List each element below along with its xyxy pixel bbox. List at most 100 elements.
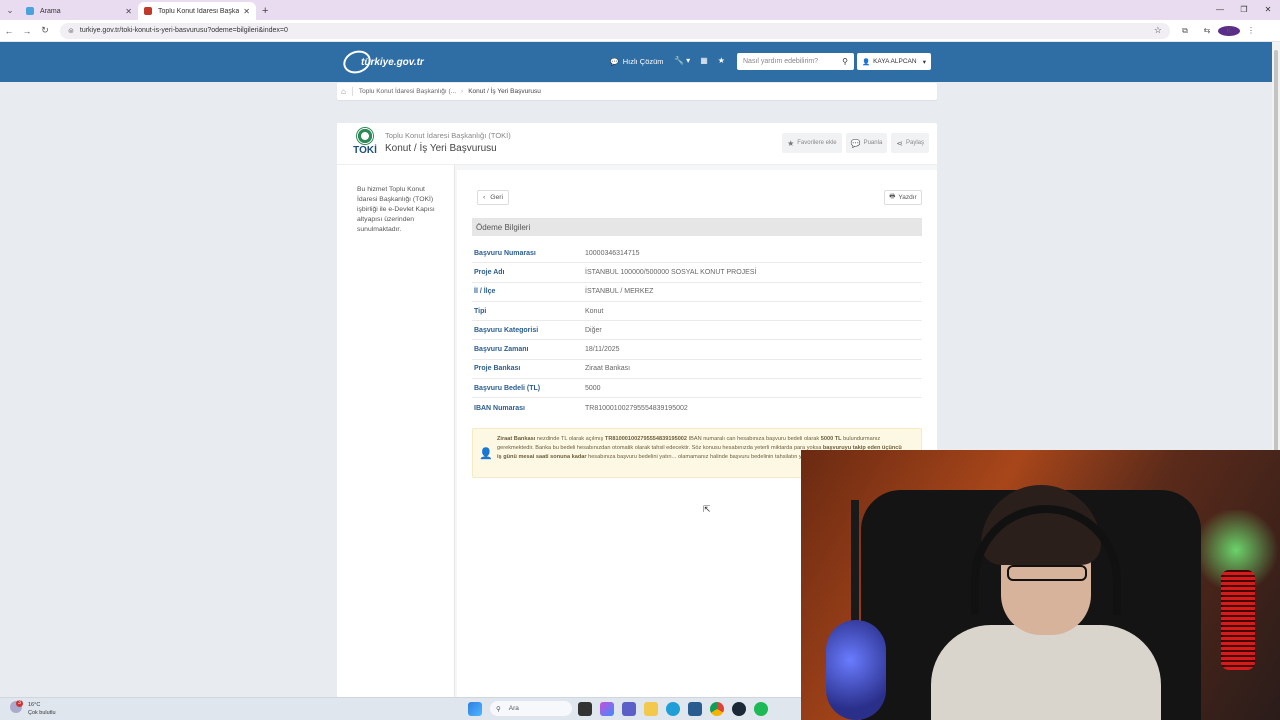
close-icon[interactable]: ✕ bbox=[243, 7, 250, 16]
field-label: Proje Adı bbox=[474, 268, 505, 276]
tab-search-dropdown-icon[interactable]: ⌄ bbox=[0, 0, 20, 20]
task-view-icon[interactable] bbox=[578, 701, 592, 716]
teams-icon[interactable] bbox=[622, 701, 636, 716]
chevron-down-icon: ▾ bbox=[922, 58, 926, 66]
cast-icon[interactable]: ⇆ bbox=[1196, 26, 1218, 36]
streamer bbox=[931, 485, 1161, 720]
notice-bank: Ziraat Bankası bbox=[497, 436, 536, 442]
field-label: IBAN Numarası bbox=[474, 404, 525, 412]
table-row: Başvuru Zamanı 18/11/2025 bbox=[472, 340, 922, 360]
turkiye-gov-logo[interactable]: türkiye.gov.tr bbox=[340, 46, 424, 78]
field-label: Başvuru Kategorisi bbox=[474, 326, 539, 334]
page-title: Konut / İş Yeri Başvurusu bbox=[385, 143, 497, 154]
site-info-icon[interactable]: ⊜ bbox=[68, 27, 74, 35]
field-value: Ziraat Bankası bbox=[585, 365, 631, 373]
spotify-icon[interactable] bbox=[754, 701, 768, 716]
breadcrumb: ⌂ Toplu Konut İdaresi Başkanlığı (... › … bbox=[337, 83, 937, 100]
rate-button[interactable]: 💬 Puanla bbox=[845, 133, 888, 153]
field-value: İSTANBUL 100000/500000 SOSYAL KONUT PROJ… bbox=[585, 268, 757, 276]
windows-start-icon[interactable] bbox=[468, 701, 482, 716]
search-placeholder: Nasıl yardım edebilirim? bbox=[743, 58, 819, 65]
edge-icon[interactable] bbox=[666, 701, 680, 716]
quick-solution-label: Hızlı Çözüm bbox=[622, 57, 664, 66]
copilot-icon[interactable] bbox=[600, 701, 614, 716]
field-label: İl / İlçe bbox=[474, 288, 496, 296]
org-name: Toplu Konut İdaresi Başkanlığı (TOKİ) bbox=[385, 131, 511, 140]
weather-desc: Çok bulutlu bbox=[28, 710, 56, 716]
extensions-icon[interactable]: ⧉ bbox=[1174, 26, 1196, 36]
notification-badge: 3 bbox=[16, 700, 23, 707]
table-row: Başvuru Numarası 10000346314715 bbox=[472, 244, 922, 264]
window-controls: — ❐ ✕ bbox=[1208, 0, 1280, 20]
taskbar-search[interactable]: ⚲ Ara bbox=[490, 701, 572, 716]
back-label: Geri bbox=[490, 194, 504, 201]
bookmark-star-icon[interactable]: ☆ bbox=[1154, 25, 1162, 36]
taskbar-search-label: Ara bbox=[508, 705, 519, 712]
back-arrow-icon[interactable]: ← bbox=[0, 26, 18, 36]
url-text: turkiye.gov.tr/toki-konut-is-yeri-basvur… bbox=[79, 27, 288, 34]
table-row: Başvuru Bedeli (TL) 5000 bbox=[472, 379, 922, 399]
tab-favicon-icon bbox=[26, 7, 34, 15]
close-window-icon[interactable]: ✕ bbox=[1256, 0, 1280, 20]
scrollbar-thumb[interactable] bbox=[1274, 50, 1278, 470]
file-explorer-icon[interactable] bbox=[644, 701, 658, 716]
notice-iban: TR810001002795554839195002 bbox=[604, 436, 688, 442]
table-row: Proje Bankası Ziraat Bankası bbox=[472, 360, 922, 380]
steam-icon[interactable] bbox=[732, 701, 746, 716]
field-label: Tipi bbox=[474, 307, 487, 315]
id-card-icon[interactable]: ▦ bbox=[700, 56, 708, 65]
maximize-icon[interactable]: ❐ bbox=[1232, 0, 1256, 20]
tab-favicon-icon bbox=[144, 7, 152, 15]
weather-temp: 16°C bbox=[28, 702, 41, 708]
field-value: 5000 bbox=[585, 384, 601, 392]
comment-icon: 💬 bbox=[850, 138, 861, 148]
favorites-star-icon[interactable]: ★ bbox=[718, 56, 725, 65]
field-label: Başvuru Zamanı bbox=[474, 346, 529, 354]
forward-arrow-icon[interactable]: → bbox=[18, 26, 36, 36]
table-row: Tipi Konut bbox=[472, 302, 922, 322]
streamer-body bbox=[931, 625, 1161, 720]
field-value: Diğer bbox=[585, 326, 602, 334]
field-label: Başvuru Bedeli (TL) bbox=[474, 384, 541, 392]
field-value: İSTANBUL / MERKEZ bbox=[585, 288, 654, 296]
tab-arama[interactable]: Arama ✕ bbox=[20, 2, 138, 20]
tab-toki[interactable]: Toplu Konut İdaresi Başkanlığı ✕ bbox=[138, 2, 256, 20]
store-icon[interactable] bbox=[688, 701, 702, 716]
chrome-icon[interactable] bbox=[710, 701, 724, 716]
table-row: IBAN Numarası TR810001002795554839195002 bbox=[472, 398, 922, 417]
favorite-button[interactable]: ★ Favorilere ekle bbox=[782, 133, 842, 153]
mouse-cursor-icon: ⇱ bbox=[703, 504, 711, 514]
breadcrumb-item-toki[interactable]: Toplu Konut İdaresi Başkanlığı (... bbox=[359, 88, 456, 95]
table-row: İl / İlçe İSTANBUL / MERKEZ bbox=[472, 283, 922, 302]
toki-logo: TOKİ bbox=[349, 127, 381, 161]
menu-icon[interactable]: ⋮ bbox=[1240, 26, 1262, 36]
accessibility-icon[interactable]: 🔧 ▾ bbox=[674, 56, 690, 65]
search-icon[interactable]: ⚲ bbox=[842, 57, 848, 66]
breadcrumb-item-current: Konut / İş Yeri Başvurusu bbox=[468, 88, 541, 95]
home-icon[interactable]: ⌂ bbox=[341, 87, 353, 96]
field-value: 10000346314715 bbox=[585, 249, 640, 257]
field-value: TR810001002795554839195002 bbox=[585, 404, 688, 412]
service-info-text: Bu hizmet Toplu Konut İdaresi Başkanlığı… bbox=[357, 186, 435, 233]
section-title: Ödeme Bilgileri bbox=[472, 218, 922, 236]
url-field[interactable]: ⊜ turkiye.gov.tr/toki-konut-is-yeri-basv… bbox=[60, 22, 1170, 39]
cloud-icon: 3 bbox=[10, 700, 23, 713]
weather-widget[interactable]: 3 16°C Çok bulutlu bbox=[10, 700, 56, 717]
new-tab-icon[interactable]: + bbox=[262, 2, 268, 20]
tab-label: Arama bbox=[40, 7, 61, 15]
share-button[interactable]: ⋖ Paylaş bbox=[891, 133, 929, 153]
quick-solution-link[interactable]: 💬 Hızlı Çözüm bbox=[610, 57, 664, 66]
reload-icon[interactable]: ↻ bbox=[36, 25, 54, 36]
print-button[interactable]: 🖶 Yazdır bbox=[884, 190, 922, 205]
back-button[interactable]: ‹ Geri bbox=[477, 190, 509, 205]
search-input[interactable]: Nasıl yardım edebilirim? ⚲ bbox=[737, 53, 854, 70]
webcam-overlay-image bbox=[801, 450, 1280, 720]
toki-logo-text: TOKİ bbox=[353, 145, 377, 156]
user-menu-button[interactable]: 👤 KAYA ALPCAN ▾ bbox=[857, 53, 931, 70]
profile-avatar[interactable]: K bbox=[1218, 25, 1240, 36]
close-icon[interactable]: ✕ bbox=[125, 7, 132, 16]
logo-ring-icon bbox=[340, 46, 374, 78]
field-value: Konut bbox=[585, 307, 604, 315]
minimize-icon[interactable]: — bbox=[1208, 0, 1232, 20]
printer-icon: 🖶 bbox=[889, 193, 896, 200]
